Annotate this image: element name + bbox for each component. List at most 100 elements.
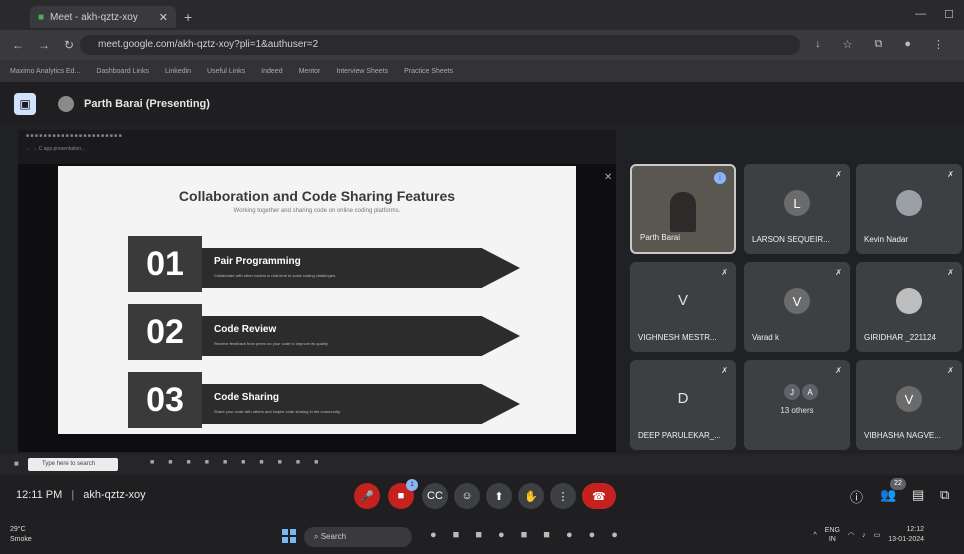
participant-initial: D (677, 390, 689, 407)
app-icon[interactable]: ● (589, 529, 596, 541)
bookmark-item[interactable]: Dashboard Links (96, 68, 149, 75)
search-label: Search (320, 532, 347, 541)
meeting-code: akh-qztz-xoy (83, 489, 146, 501)
wifi-icon[interactable]: ◠ (848, 531, 854, 539)
captions-button[interactable]: CC (422, 483, 448, 509)
others-tile[interactable]: ✗ J A 13 others (744, 360, 850, 450)
feature-row: 03 Code Sharing Share your code with oth… (128, 372, 520, 428)
bookmark-item[interactable]: Mentor (299, 68, 321, 75)
mic-off-icon: ✗ (947, 366, 954, 375)
participant-name: LARSON SEQUEIR... (752, 235, 830, 244)
participant-tile[interactable]: ✗ D DEEP PARULEKAR_... (630, 360, 736, 450)
battery-icon[interactable]: ▭ (874, 531, 881, 539)
app-icon[interactable]: ■ (475, 529, 482, 541)
url-field[interactable]: meet.google.com/akh-qztz-xoy?pli=1&authu… (80, 35, 800, 55)
browser-tab[interactable]: ■ Meet - akh-qztz-xoy ✕ (30, 6, 176, 28)
star-icon[interactable]: ☆ (843, 38, 853, 51)
presentation-slide: Collaboration and Code Sharing Features … (58, 166, 576, 434)
participant-tile[interactable]: ✗ L LARSON SEQUEIR... (744, 164, 850, 254)
weather-widget[interactable]: 29°C Smoke (10, 525, 32, 545)
participant-avatar: V (896, 386, 922, 412)
feature-desc: Receive feedback from peers on your code… (214, 341, 329, 346)
bookmark-item[interactable]: Maximo Analytics Ed... (10, 68, 80, 75)
participant-name: VIGHNESH MESTR... (638, 333, 717, 342)
mic-off-icon: ✗ (721, 366, 728, 375)
feature-number: 02 (128, 304, 202, 360)
bookmark-item[interactable]: Indeed (261, 68, 282, 75)
meeting-info: 12:11 PM | akh-qztz-xoy (16, 489, 146, 501)
extensions-icon[interactable]: ⧉ (874, 38, 882, 51)
menu-icon[interactable]: ⋮ (933, 38, 944, 51)
feature-title: Code Sharing (214, 392, 280, 403)
participant-tile[interactable]: ⁞ Parth Barai (630, 164, 736, 254)
tab-title: Meet - akh-qztz-xoy (50, 11, 138, 23)
others-count: 13 others (780, 406, 814, 415)
app-icon[interactable]: ● (498, 529, 505, 541)
language-indicator[interactable]: ENG IN (825, 526, 840, 544)
temperature: 29°C (10, 526, 26, 533)
volume-icon[interactable]: ♪ (862, 532, 866, 539)
bookmark-item[interactable]: Practice Sheets (404, 68, 453, 75)
bookmark-item[interactable]: Linkedin (165, 68, 191, 75)
participant-name: Parth Barai (640, 233, 681, 242)
app-icon[interactable]: ■ (543, 529, 550, 541)
clock[interactable]: 12:12 13-01-2024 (888, 525, 924, 545)
app-icon[interactable]: ● (430, 529, 437, 541)
app-icon[interactable]: ■ (453, 529, 460, 541)
participant-tile[interactable]: ✗ GIRIDHAR _221124 (856, 262, 962, 352)
minimize-icon[interactable]: — (915, 8, 926, 21)
clock-date: 13-01-2024 (888, 536, 924, 543)
present-icon[interactable]: ▣ (14, 93, 36, 115)
more-options-button[interactable]: ⋮ (550, 483, 576, 509)
mic-toggle-button[interactable]: 🎤 (354, 483, 380, 509)
feature-desc: Share your code with others and inspire … (214, 409, 341, 414)
maximize-icon[interactable]: ☐ (944, 8, 954, 21)
tray-chevron-icon[interactable]: ^ (813, 532, 816, 539)
mic-off-icon: ✗ (947, 268, 954, 277)
close-presentation-icon[interactable]: ✕ (604, 172, 612, 183)
emoji-button[interactable]: ☺ (454, 483, 480, 509)
participant-tile[interactable]: ✗ V VIBHASHA NAGVE... (856, 360, 962, 450)
presenting-bar: ▣ Parth Barai (Presenting) (0, 82, 964, 126)
bookmark-item[interactable]: Useful Links (207, 68, 245, 75)
bookmark-item[interactable]: Interview Sheets (336, 68, 388, 75)
address-toolbar: ← → ↻ meet.google.com/akh-qztz-xoy?pli=1… (0, 30, 964, 60)
download-icon[interactable]: ↓ (815, 38, 821, 51)
info-icon[interactable]: ⓘ (850, 487, 863, 506)
app-icon[interactable]: ■ (521, 529, 528, 541)
mic-off-icon: ✗ (835, 268, 842, 277)
participant-name: Kevin Nadar (864, 235, 909, 244)
participant-count-badge: 22 (890, 478, 906, 490)
meet-area: ▣ Parth Barai (Presenting) ■ ■ ■ ■ ■ ■ ■… (0, 82, 964, 493)
activities-icon[interactable]: ⧉ (940, 487, 949, 503)
windows-taskbar: 29°C Smoke ⌕ Search ● ■ ■ ● ■ ■ ● ● ● ^ … (0, 519, 964, 554)
raise-hand-button[interactable]: ✋ (518, 483, 544, 509)
app-icon[interactable]: ● (611, 529, 618, 541)
chat-icon[interactable]: ▤ (912, 487, 924, 503)
taskbar-search[interactable]: ⌕ Search (304, 527, 412, 547)
start-icon[interactable] (282, 529, 296, 543)
participant-tile[interactable]: ✗ V Varad k (744, 262, 850, 352)
browser-tabbar: ■ Meet - akh-qztz-xoy ✕ + — ☐ (0, 0, 964, 30)
speaking-icon: ⁞ (714, 172, 726, 184)
camera-toggle-button[interactable]: ■ 1 (388, 479, 418, 509)
participant-name: VIBHASHA NAGVE... (864, 431, 941, 440)
forward-icon[interactable]: → (38, 38, 50, 52)
meet-controls-bar: 12:11 PM | akh-qztz-xoy 🎤 ■ 1 CC ☺ ⬆ ✋ ⋮ … (0, 475, 964, 519)
reload-icon[interactable]: ↻ (64, 38, 74, 52)
new-tab-icon[interactable]: + (184, 9, 192, 25)
profile-icon[interactable]: ● (904, 38, 911, 51)
participant-avatar: V (784, 288, 810, 314)
participant-name: GIRIDHAR _221124 (864, 333, 936, 342)
shared-taskbar-icons: ■ ■ ■ ■ ■ ■ ■ ■ ■ ■ (150, 459, 319, 466)
leave-call-button[interactable]: ☎ (582, 483, 616, 509)
url-text: meet.google.com/akh-qztz-xoy?pli=1&authu… (98, 39, 319, 50)
mic-off-icon: ✗ (835, 170, 842, 179)
present-button[interactable]: ⬆ (486, 483, 512, 509)
participant-tile[interactable]: ✗ V VIGHNESH MESTR... (630, 262, 736, 352)
app-icon[interactable]: ● (566, 529, 573, 541)
participant-tile[interactable]: ✗ Kevin Nadar (856, 164, 962, 254)
shared-screen: ■ ■ ■ ■ ■ ■ ■ ■ ■ ■ ■ ■ ■ ■ ■ ■ ■ ■ ■ ■ … (18, 130, 616, 493)
back-icon[interactable]: ← (12, 38, 24, 52)
tab-close-icon[interactable]: ✕ (159, 11, 168, 24)
